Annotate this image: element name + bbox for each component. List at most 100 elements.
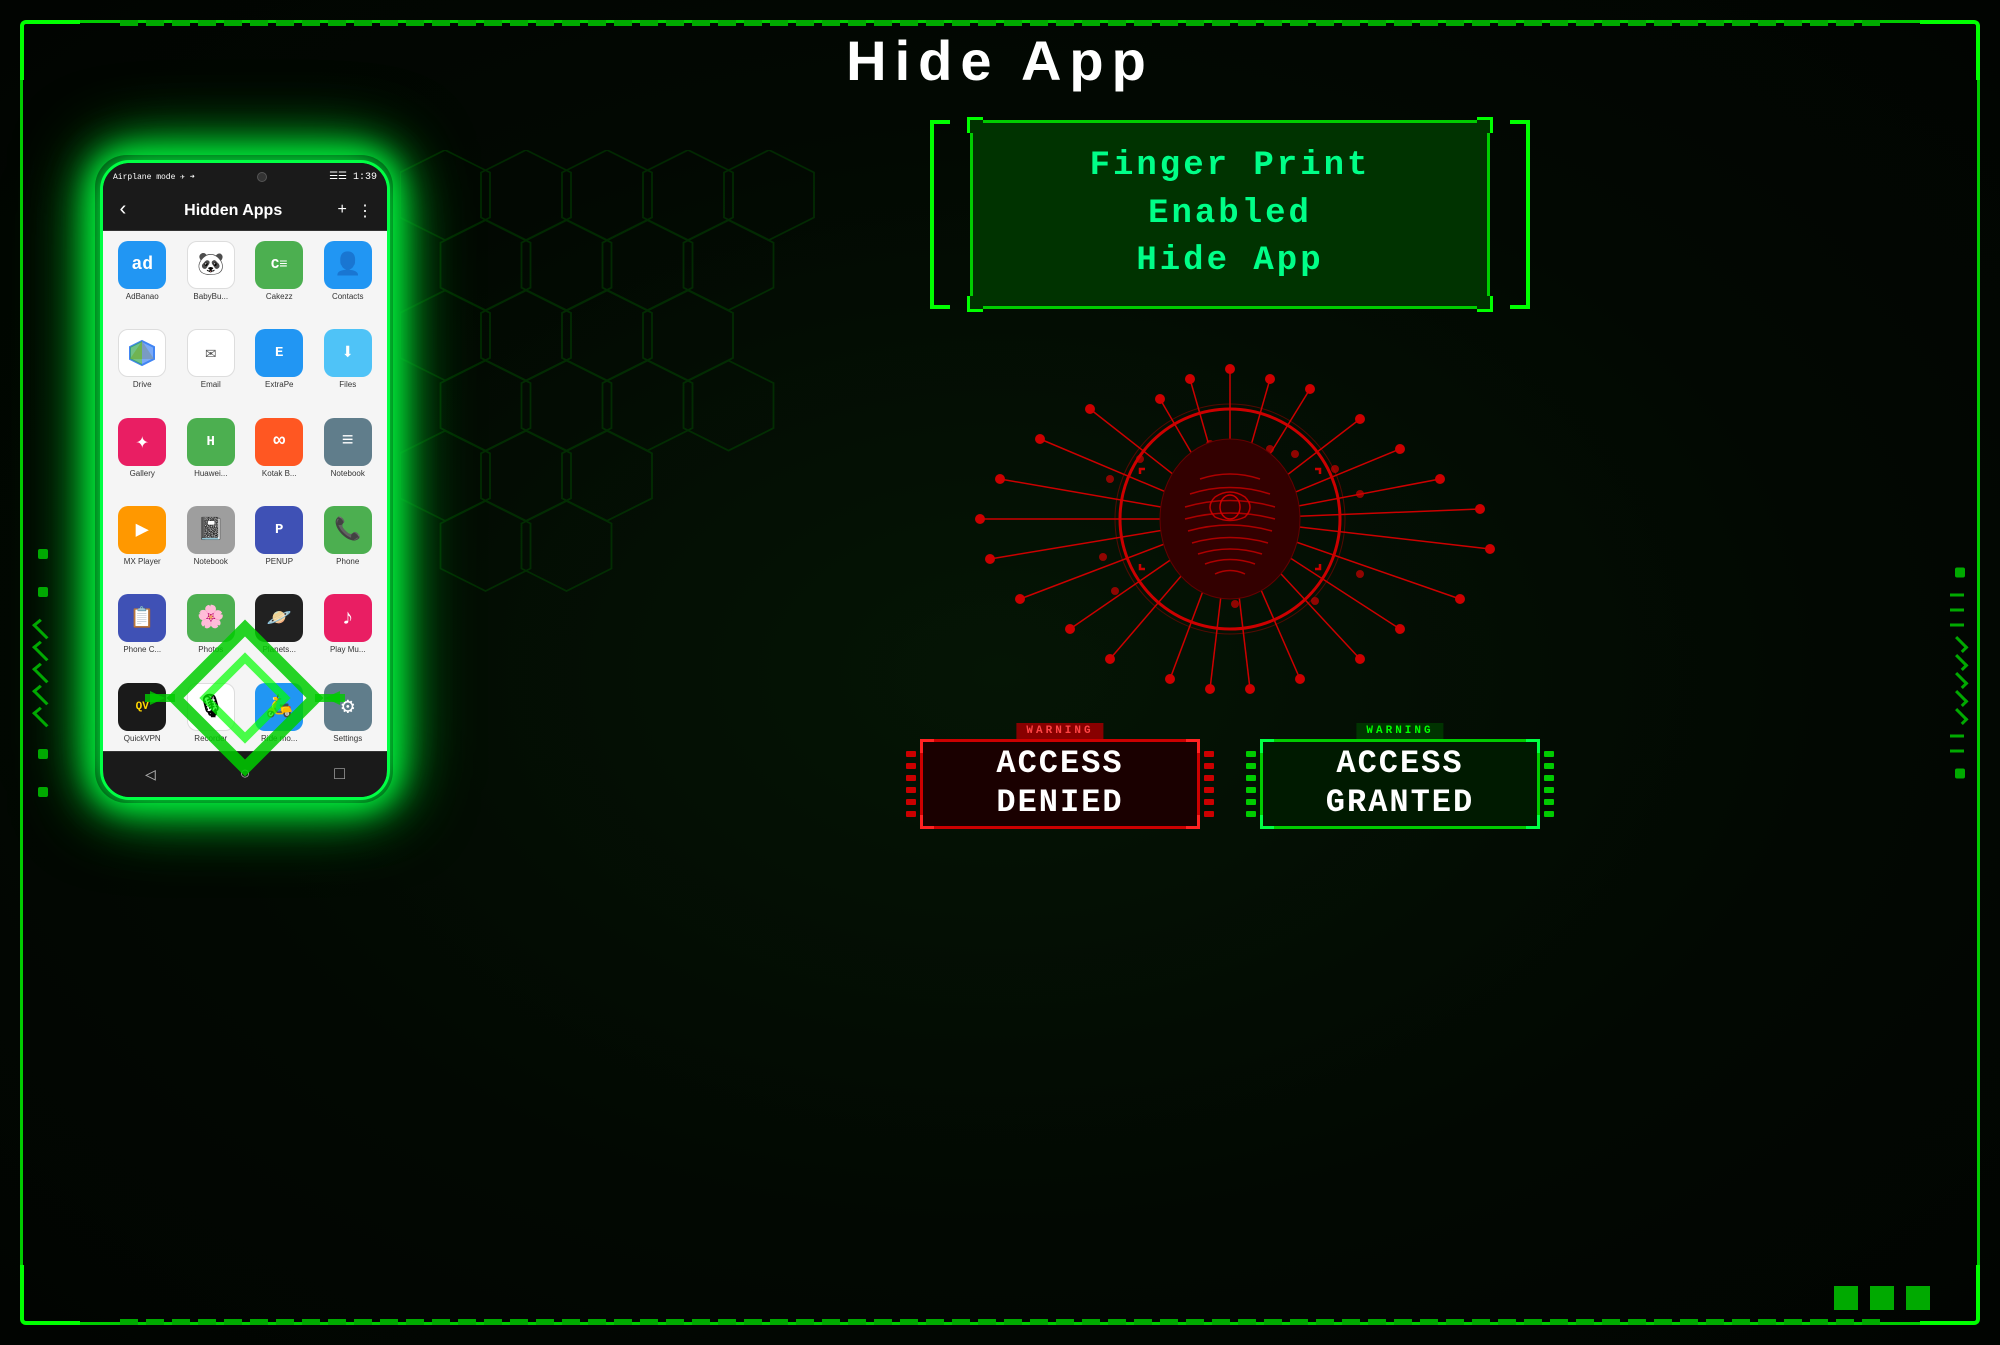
- app-icon: 📋: [118, 594, 166, 642]
- app-icon: C≡: [255, 241, 303, 289]
- list-item[interactable]: ✦ Gallery: [111, 418, 174, 500]
- app-icon: 🪐: [255, 594, 303, 642]
- app-label: Notebook: [331, 469, 365, 478]
- app-icon: P: [255, 506, 303, 554]
- denied-right-dashes: [1204, 748, 1214, 820]
- phone-status-bar: Airplane mode ✈ ➜ ☰☰ 1:39: [103, 163, 387, 191]
- list-item[interactable]: P PENUP: [248, 506, 311, 588]
- app-label: Settings: [333, 734, 362, 743]
- fp-title-line2: Hide App: [1013, 238, 1447, 286]
- nav-recents[interactable]: □: [334, 765, 345, 785]
- list-item[interactable]: 🌸 Photos: [180, 594, 243, 676]
- status-right: ☰☰ 1:39: [329, 171, 377, 183]
- list-item[interactable]: 📋 Phone C...: [111, 594, 174, 676]
- corner-bl: [20, 1265, 80, 1325]
- bottom-decorative-bar: [120, 1319, 1880, 1325]
- granted-box: ACCESS GRANTED: [1260, 739, 1540, 829]
- granted-warning-label: WARNING: [1356, 723, 1443, 739]
- app-label: Planets...: [263, 645, 296, 654]
- list-item[interactable]: H Huawei...: [180, 418, 243, 500]
- app-label: Kotak B...: [262, 469, 297, 478]
- app-icon: E: [255, 329, 303, 377]
- app-icon: ♪: [324, 594, 372, 642]
- list-item[interactable]: ✉ Email: [180, 329, 243, 411]
- square-2: [1870, 1286, 1894, 1310]
- app-icon: ad: [118, 241, 166, 289]
- granted-text: ACCESS GRANTED: [1326, 745, 1474, 822]
- app-icon: ∞: [255, 418, 303, 466]
- list-item[interactable]: ▶ MX Player: [111, 506, 174, 588]
- app-icon: ✦: [118, 418, 166, 466]
- app-icon: 🎙: [187, 683, 235, 731]
- app-icon: QV: [118, 683, 166, 731]
- app-icon: ≡: [324, 418, 372, 466]
- square-3: [1906, 1286, 1930, 1310]
- app-label: Play Mu...: [330, 645, 366, 654]
- list-item[interactable]: ≡ Notebook: [317, 418, 380, 500]
- phone-mockup: Airplane mode ✈ ➜ ☰☰ 1:39 ‹ Hidden Apps …: [100, 160, 390, 800]
- app-label: QuickVPN: [124, 734, 161, 743]
- phone-header: ‹ Hidden Apps + ⋮: [103, 191, 387, 231]
- denied-box: ACCESS DENIED: [920, 739, 1200, 829]
- denied-line2: DENIED: [996, 784, 1123, 821]
- app-icon: 📞: [324, 506, 372, 554]
- app-icon: 🌸: [187, 594, 235, 642]
- access-denied-badge: WARNING: [920, 739, 1200, 829]
- app-icon: ▶: [118, 506, 166, 554]
- right-side-decoration: [1950, 563, 1970, 782]
- page-title: Hide App: [0, 28, 2000, 93]
- header-title: Hidden Apps: [184, 202, 282, 220]
- app-icon: [118, 329, 166, 377]
- app-icon: 🛵: [255, 683, 303, 731]
- nav-back[interactable]: ◁: [145, 764, 156, 786]
- app-label: Files: [339, 380, 356, 389]
- app-label: Phone: [336, 557, 359, 566]
- denied-warning-label: WARNING: [1016, 723, 1103, 739]
- app-label: Photos: [198, 645, 223, 654]
- fp-title-line1: Finger Print Enabled: [1013, 143, 1447, 238]
- camera-dot: [257, 172, 267, 182]
- list-item[interactable]: 📓 Notebook: [180, 506, 243, 588]
- app-icon: H: [187, 418, 235, 466]
- app-label: BabyBu...: [193, 292, 228, 301]
- list-item[interactable]: ♪ Play Mu...: [317, 594, 380, 676]
- list-item[interactable]: 👤 Contacts: [317, 241, 380, 323]
- app-icon: 🐼: [187, 241, 235, 289]
- list-item[interactable]: ∞ Kotak B...: [248, 418, 311, 500]
- left-bracket: [930, 120, 960, 309]
- left-side-decoration: [30, 545, 56, 801]
- top-decorative-bar: [120, 20, 1880, 26]
- app-icon: ⚙: [324, 683, 372, 731]
- app-label: ExtraPe: [265, 380, 293, 389]
- header-icons: + ⋮: [337, 201, 373, 221]
- app-icon: ✉: [187, 329, 235, 377]
- list-item[interactable]: Drive: [111, 329, 174, 411]
- status-left: Airplane mode ✈ ➜: [113, 172, 195, 182]
- list-item[interactable]: 🪐 Planets...: [248, 594, 311, 676]
- app-icon: 👤: [324, 241, 372, 289]
- granted-right-dashes: [1544, 748, 1554, 820]
- nav-home[interactable]: ○: [240, 765, 251, 785]
- list-item[interactable]: ⬇ Files: [317, 329, 380, 411]
- app-label: MX Player: [124, 557, 161, 566]
- app-icon: 📓: [187, 506, 235, 554]
- back-button[interactable]: ‹: [117, 199, 129, 222]
- app-label: Recorder: [194, 734, 227, 743]
- right-bracket: [1500, 120, 1530, 309]
- menu-button[interactable]: ⋮: [357, 201, 373, 221]
- list-item[interactable]: 🐼 BabyBu...: [180, 241, 243, 323]
- denied-line1: ACCESS: [996, 745, 1123, 782]
- granted-line1: ACCESS: [1336, 745, 1463, 782]
- denied-text: ACCESS DENIED: [996, 745, 1123, 822]
- fp-title-box: Finger Print Enabled Hide App: [970, 120, 1490, 309]
- fp-title-container: Finger Print Enabled Hide App: [970, 120, 1490, 309]
- list-item[interactable]: C≡ Cakezz: [248, 241, 311, 323]
- app-label: Email: [201, 380, 221, 389]
- list-item[interactable]: 📞 Phone: [317, 506, 380, 588]
- list-item[interactable]: E ExtraPe: [248, 329, 311, 411]
- phone-panel: Airplane mode ✈ ➜ ☰☰ 1:39 ‹ Hidden Apps …: [80, 130, 410, 1265]
- right-panel: Finger Print Enabled Hide App: [520, 110, 1940, 1285]
- list-item[interactable]: ad AdBanao: [111, 241, 174, 323]
- add-button[interactable]: +: [337, 201, 347, 221]
- granted-left-dashes: [1246, 748, 1256, 820]
